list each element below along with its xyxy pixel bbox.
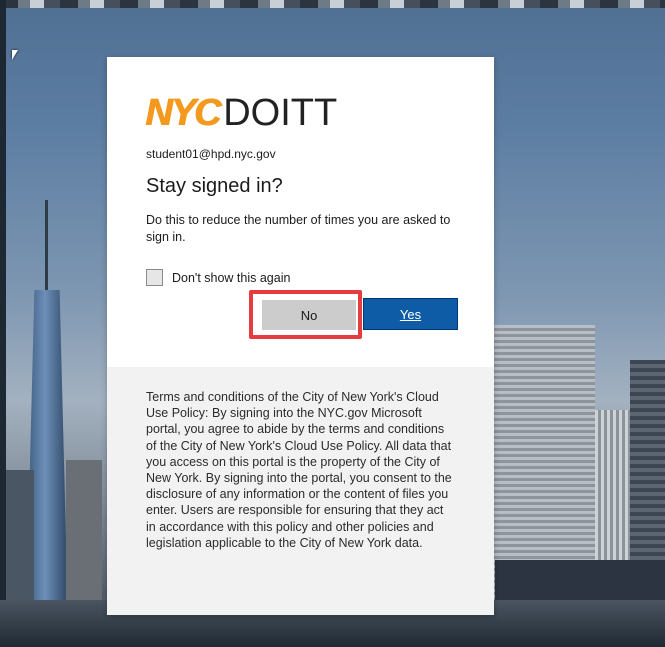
mouse-cursor-icon xyxy=(12,50,18,60)
skyline-spire xyxy=(45,200,48,292)
terms-section: Terms and conditions of the City of New … xyxy=(107,367,494,615)
dialog-title: Stay signed in? xyxy=(146,175,283,197)
no-button[interactable]: No xyxy=(262,300,356,330)
account-email: student01@hpd.nyc.gov xyxy=(146,147,276,161)
terms-text: Terms and conditions of the City of New … xyxy=(146,390,452,550)
background-top-strip xyxy=(0,0,665,8)
dont-show-again-row[interactable]: Don't show this again xyxy=(146,269,290,286)
yes-button[interactable]: Yes xyxy=(363,298,458,330)
dialog-description: Do this to reduce the number of times yo… xyxy=(146,213,451,244)
skyline-building xyxy=(6,470,34,620)
logo-nyc-text: NYC xyxy=(145,92,221,134)
logo-doitt-text: DOITT xyxy=(223,92,338,134)
dont-show-again-checkbox[interactable] xyxy=(146,269,163,286)
sign-in-dialog: NYC DOITT student01@hpd.nyc.gov Stay sig… xyxy=(107,57,494,615)
nyc-doitt-logo: NYC DOITT xyxy=(145,93,337,133)
dont-show-again-label[interactable]: Don't show this again xyxy=(172,271,290,285)
skyline-building xyxy=(66,460,102,620)
